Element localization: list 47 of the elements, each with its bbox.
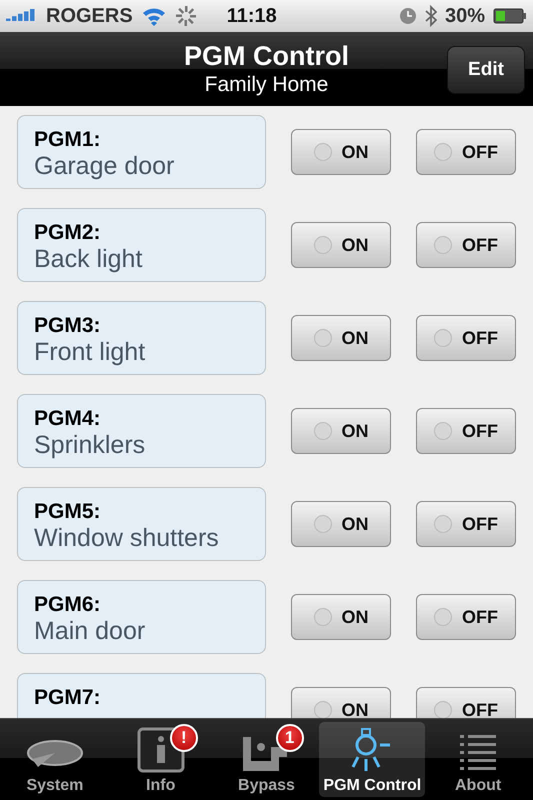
wifi-icon	[140, 6, 167, 26]
info-icon	[136, 727, 185, 773]
on-button[interactable]: ON	[291, 408, 391, 454]
output-name: Window shutters	[34, 524, 220, 552]
on-button[interactable]: ON	[291, 594, 391, 640]
edit-button[interactable]: Edit	[447, 46, 525, 94]
off-button[interactable]: OFF	[416, 687, 516, 718]
alarm-clock-icon	[398, 7, 417, 25]
output-number: PGM7:	[34, 686, 102, 710]
output-number: PGM1:	[34, 128, 102, 152]
clock-time: 11:18	[226, 4, 278, 28]
carrier-name: ROGERS	[46, 4, 133, 28]
spinner-icon	[174, 5, 197, 27]
off-button[interactable]: OFF	[416, 129, 516, 175]
notification-badge: !	[170, 724, 198, 752]
output-number: PGM3:	[34, 314, 102, 338]
output-name: Sprinklers	[34, 431, 146, 459]
bluetooth-icon	[424, 5, 437, 27]
off-button[interactable]: OFF	[416, 594, 516, 640]
off-button[interactable]: OFF	[416, 315, 516, 361]
on-button[interactable]: ON	[291, 501, 391, 547]
screen-title: PGM Control	[184, 40, 349, 72]
tab-bar-item[interactable]: Info !	[108, 722, 214, 797]
notification-badge: 1	[276, 724, 304, 752]
off-button[interactable]: OFF	[416, 222, 516, 268]
output-name: Back light	[34, 245, 144, 273]
off-button[interactable]: OFF	[416, 408, 516, 454]
screen-subtitle: Family Home	[204, 72, 328, 98]
tab-bar-item[interactable]: About	[425, 722, 531, 797]
tab-bar-item[interactable]: Bypass 1	[214, 722, 320, 797]
tab-bar-item[interactable]: System	[2, 722, 108, 797]
on-button[interactable]: ON	[291, 315, 391, 361]
off-button[interactable]: OFF	[416, 501, 516, 547]
output-name: Garage door	[34, 152, 176, 180]
output-number: PGM2:	[34, 221, 102, 245]
battery-icon	[493, 8, 527, 24]
list-icon	[458, 733, 498, 773]
on-button[interactable]: ON	[291, 687, 391, 718]
output-number: PGM5:	[34, 500, 102, 524]
on-button[interactable]: ON	[291, 222, 391, 268]
on-button[interactable]: ON	[291, 129, 391, 175]
output-name: Main door	[34, 617, 146, 645]
output-number: PGM4:	[34, 407, 102, 431]
output-name: Front light	[34, 338, 146, 366]
tab-bar-item[interactable]: PGM Control	[319, 722, 426, 797]
battery-percent: 30%	[444, 4, 485, 28]
output-number: PGM6:	[34, 593, 102, 617]
